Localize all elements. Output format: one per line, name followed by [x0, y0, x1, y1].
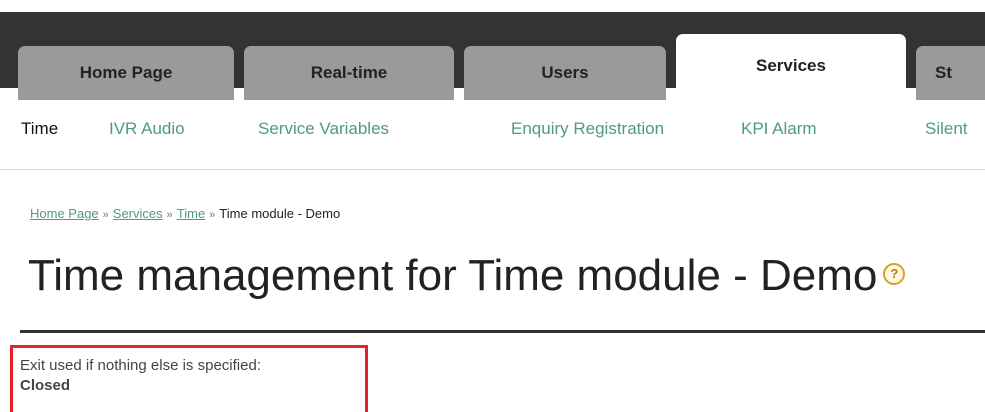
default-exit-value: Closed — [20, 377, 71, 394]
subnav-service-variables[interactable]: Service Variables — [258, 119, 389, 139]
page-title-text: Time management for Time module - Demo — [28, 251, 878, 300]
subnav-kpi-alarm[interactable]: KPI Alarm — [741, 119, 817, 139]
default-exit-box: Exit used if nothing else is specified: … — [10, 345, 368, 412]
subnav-ivr-audio[interactable]: IVR Audio — [109, 119, 185, 139]
default-exit-label: Exit used if nothing else is specified: — [20, 357, 261, 374]
breadcrumb-separator: » — [209, 209, 216, 221]
breadcrumb-current: Time module - Demo — [219, 206, 341, 221]
subnav-enquiry-registration[interactable]: Enquiry Registration — [511, 119, 664, 139]
help-icon[interactable]: ? — [883, 263, 906, 286]
subnav-silent[interactable]: Silent — [925, 119, 968, 139]
breadcrumb-separator: » — [102, 209, 109, 221]
page: Home Page Real-time Users Services St Ti… — [0, 0, 985, 412]
breadcrumb-home-page[interactable]: Home Page — [30, 206, 99, 221]
breadcrumb-services[interactable]: Services — [113, 206, 163, 221]
sub-navigation: Time IVR Audio Service Variables Enquiry… — [0, 89, 985, 170]
title-divider — [20, 330, 985, 333]
main-tab-bar: Home Page Real-time Users Services St — [0, 12, 985, 101]
breadcrumb-time[interactable]: Time — [177, 206, 205, 221]
breadcrumb: Home Page» Services» Time» Time module - De… — [30, 206, 340, 221]
page-title: Time management for Time module - Demo? — [28, 251, 906, 300]
subnav-time[interactable]: Time — [21, 119, 58, 139]
breadcrumb-separator: » — [166, 209, 173, 221]
